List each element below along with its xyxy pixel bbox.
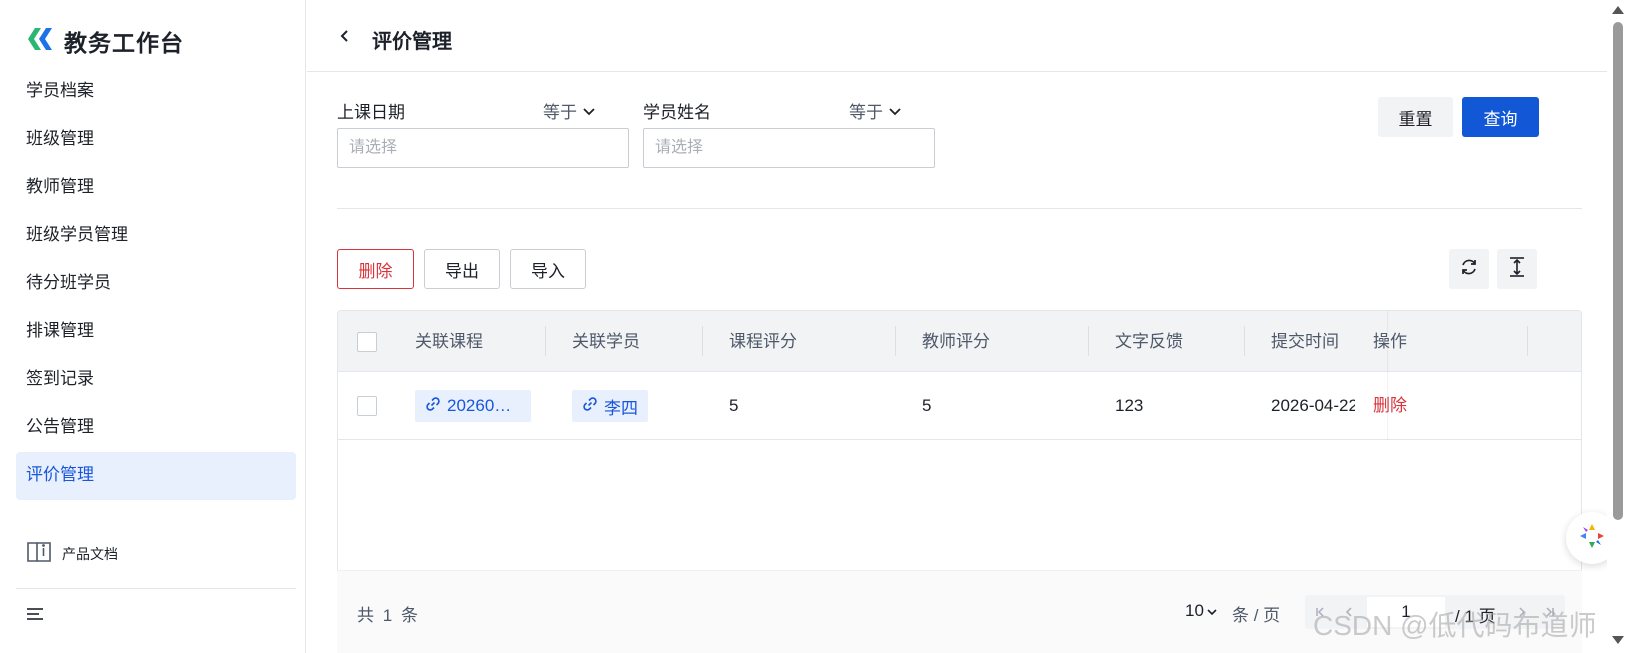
student-name-input[interactable]	[643, 128, 935, 168]
sidebar-item-student-records[interactable]: 学员档案	[16, 68, 296, 116]
brand[interactable]: 教务工作台	[26, 24, 184, 58]
row-density-button[interactable]	[1497, 249, 1537, 289]
row-delete-link[interactable]: 删除	[1373, 372, 1407, 440]
column-header-feedback[interactable]: 文字反馈	[1115, 311, 1183, 372]
total-pages-label: / 1 页	[1455, 607, 1496, 626]
row-checkbox[interactable]	[357, 396, 377, 416]
sidebar-item-teacher-management[interactable]: 教师管理	[16, 164, 296, 212]
query-button[interactable]: 查询	[1462, 97, 1539, 137]
cell-submit-time: 2026-04-22	[1271, 396, 1355, 415]
refresh-button[interactable]	[1449, 249, 1489, 289]
main-content: 评价管理 上课日期 等于 学员姓名 等于 重置 查询 删除 导出 导入	[307, 0, 1607, 653]
line-height-icon	[1507, 256, 1527, 283]
total-value: 1	[382, 606, 395, 625]
column-header-operation: 操作	[1373, 332, 1407, 351]
column-header-course[interactable]: 关联课程	[415, 311, 483, 372]
select-all-checkbox[interactable]	[357, 332, 377, 352]
class-date-input[interactable]	[337, 128, 629, 168]
pagination-bar: 共 1 条 10 条 / 页 / 1 页	[337, 570, 1582, 653]
filter-operator-student-name[interactable]: 等于	[849, 98, 901, 123]
column-separator	[702, 326, 703, 356]
table-row: 20260… 李四 5 5 123 2026-04-22 删除	[338, 372, 1581, 440]
link-icon	[582, 396, 598, 417]
link-icon	[425, 396, 441, 417]
next-page-icon[interactable]	[1508, 595, 1536, 629]
column-separator	[545, 326, 546, 356]
chevron-down-icon	[889, 101, 901, 121]
sidebar: 教务工作台 学员档案 班级管理 教师管理 班级学员管理 待分班学员 排课管理 签…	[0, 0, 306, 653]
sidebar-item-class-management[interactable]: 班级管理	[16, 116, 296, 164]
refresh-icon	[1459, 257, 1479, 282]
reset-button[interactable]: 重置	[1378, 97, 1453, 137]
per-page-label: 条 / 页	[1232, 606, 1281, 625]
back-arrow-icon[interactable]	[337, 26, 357, 48]
page-size-value: 10	[1185, 601, 1204, 620]
last-page-icon[interactable]	[1535, 595, 1563, 629]
filter-label-student-name: 学员姓名	[643, 103, 711, 122]
assistant-logo-icon	[1577, 521, 1607, 556]
column-separator	[1088, 326, 1089, 356]
column-separator	[895, 326, 896, 356]
fixed-column-shadow	[1387, 311, 1389, 440]
sidebar-item-class-student-management[interactable]: 班级学员管理	[16, 212, 296, 260]
page-size-select[interactable]: 10	[1185, 601, 1217, 621]
collapse-menu-icon[interactable]	[26, 606, 44, 627]
filter-operator-label: 等于	[849, 103, 883, 122]
scroll-up-arrow-icon[interactable]	[1612, 6, 1624, 14]
filter-operator-label: 等于	[543, 103, 577, 122]
total-count: 共 1 条	[357, 601, 420, 626]
delete-button[interactable]: 删除	[337, 249, 414, 289]
column-header-teacher-score[interactable]: 教师评分	[922, 311, 990, 372]
product-docs-label: 产品文档	[62, 545, 118, 562]
cell-course-score: 5	[729, 396, 739, 415]
page-title: 评价管理	[372, 31, 452, 53]
filter-divider	[337, 208, 1582, 209]
column-separator	[1244, 326, 1245, 356]
page-number-input[interactable]	[1367, 597, 1445, 627]
total-suffix: 条	[400, 606, 420, 625]
course-link-tag[interactable]: 20260…	[415, 390, 531, 422]
column-separator	[1527, 326, 1528, 356]
sidebar-item-unassigned-students[interactable]: 待分班学员	[16, 260, 296, 308]
app-title: 教务工作台	[64, 30, 184, 56]
page-scrollbar[interactable]	[1607, 0, 1627, 653]
book-icon	[26, 540, 52, 567]
student-link-text: 李四	[604, 398, 638, 418]
column-header-student[interactable]: 关联学员	[572, 311, 640, 372]
student-link-tag[interactable]: 李四	[572, 390, 648, 422]
sidebar-item-evaluation-management[interactable]: 评价管理	[16, 452, 296, 500]
cell-teacher-score: 5	[922, 396, 932, 415]
sidebar-nav: 学员档案 班级管理 教师管理 班级学员管理 待分班学员 排课管理 签到记录 公告…	[16, 68, 296, 500]
scrollbar-thumb[interactable]	[1613, 22, 1623, 520]
page-header: 评价管理	[307, 0, 1607, 72]
chevron-down-icon	[1207, 601, 1217, 621]
filter-label-class-date: 上课日期	[337, 103, 405, 122]
column-header-course-score[interactable]: 课程评分	[729, 311, 797, 372]
sidebar-item-schedule-management[interactable]: 排课管理	[16, 308, 296, 356]
sidebar-divider	[16, 588, 296, 589]
sidebar-item-announcements[interactable]: 公告管理	[16, 404, 296, 452]
table-header: 关联课程 关联学员 课程评分 教师评分 文字反馈 提交时间 操作	[338, 311, 1581, 372]
prev-page-icon[interactable]	[1335, 595, 1363, 629]
course-link-text: 20260…	[447, 396, 512, 415]
cell-feedback: 123	[1115, 396, 1144, 415]
total-prefix: 共	[357, 606, 376, 625]
pager: / 1 页	[1305, 595, 1565, 629]
product-docs-link[interactable]: 产品文档	[26, 540, 118, 567]
export-button[interactable]: 导出	[424, 249, 500, 289]
chevron-down-icon	[583, 101, 595, 121]
filter-operator-class-date[interactable]: 等于	[543, 98, 595, 123]
import-button[interactable]: 导入	[510, 249, 586, 289]
scroll-down-arrow-icon[interactable]	[1612, 636, 1624, 644]
column-header-submit-time[interactable]: 提交时间	[1271, 311, 1339, 372]
sidebar-item-checkin-records[interactable]: 签到记录	[16, 356, 296, 404]
first-page-icon[interactable]	[1307, 595, 1335, 629]
brand-logo-icon	[26, 26, 54, 57]
